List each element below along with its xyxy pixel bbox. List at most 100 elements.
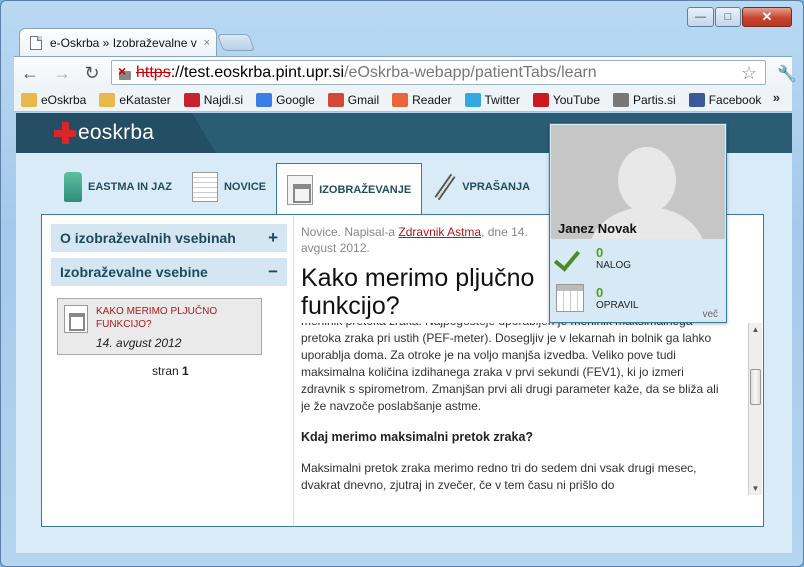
tab-label: VPRAŠANJA [462, 181, 531, 193]
bookmark-label: Facebook [708, 92, 762, 107]
newspaper-icon [191, 172, 218, 202]
close-window-button[interactable]: ✕ [742, 7, 792, 27]
bookmark-label: eKataster [119, 92, 171, 107]
meta-prefix: Novice. Napisal-a [301, 225, 396, 239]
url-path: /eOskrba-webapp/patientTabs/learn [344, 63, 597, 81]
scroll-down-icon[interactable]: ▼ [749, 482, 762, 495]
tab-novice[interactable]: NOVICE [182, 163, 276, 211]
bookmark-eoskrba[interactable]: eOskrba [21, 92, 87, 107]
youtube-icon [532, 92, 549, 107]
article-body[interactable]: merilnik pretoka zraka. Najpogosteje upo… [301, 323, 761, 495]
avatar: Janez Novak [551, 125, 725, 239]
close-icon: ✕ [761, 9, 773, 24]
folder-icon [99, 92, 116, 107]
tab-vprasanja[interactable]: VPRAŠANJA [422, 163, 540, 211]
minimize-button[interactable]: — [687, 7, 714, 27]
bookmark-label: Najdi.si [203, 92, 244, 107]
bookmark-label: Twitter [484, 92, 520, 107]
bookmark-label: eOskrba [41, 92, 87, 107]
user-name: Janez Novak [558, 221, 637, 236]
bookmark-label: Partis.si [633, 92, 676, 107]
najdi-icon [183, 92, 200, 107]
lesson-title[interactable]: KAKO MERIMO PLJUČNO FUNKCIJO? [96, 305, 255, 331]
bookmark-gmail[interactable]: Gmail [327, 92, 380, 107]
bookmark-twitter[interactable]: Twitter [464, 92, 520, 107]
sidebar: O izobraževalnih vsebinah + Izobraževaln… [42, 215, 294, 526]
accordion-contents[interactable]: Izobraževalne vsebine − [51, 258, 287, 286]
checkmark-icon [556, 244, 584, 272]
bookmark-label: Google [276, 92, 315, 107]
pager-label: stran [152, 364, 179, 378]
bookmark-reader[interactable]: Reader [392, 92, 452, 107]
accordion-label: O izobraževalnih vsebinah [60, 230, 236, 246]
gmail-icon [327, 92, 344, 107]
wrench-menu-icon[interactable]: 🔧 [777, 64, 797, 84]
tab-eastma-in-jaz[interactable]: EASTMA IN JAZ [54, 163, 182, 211]
pen-icon [434, 173, 456, 201]
done-stat[interactable]: 0 OPRAVIL [556, 284, 639, 312]
scroll-up-icon[interactable]: ▲ [749, 323, 762, 336]
new-tab-button[interactable] [216, 34, 256, 51]
avatar-head [618, 147, 676, 213]
bookmark-partis-si[interactable]: Partis.si [613, 92, 676, 107]
tab-label: IZOBRAŽEVANJE [319, 183, 412, 196]
site-logo[interactable]: eoskrba [54, 120, 154, 146]
forward-button[interactable]: → [52, 63, 72, 83]
red-cross-icon [54, 122, 76, 144]
user-popup: Janez Novak 0 NALOG 0 OPRAVIL več [549, 123, 727, 323]
done-label: OPRAVIL [596, 299, 639, 311]
pager: stran 1 [152, 364, 189, 378]
tasks-label: NALOG [596, 259, 632, 271]
bookmarks-bar: eOskrba eKataster Najdi.si Google Gmail Reade… [14, 88, 792, 112]
bookmark-ekataster[interactable]: eKataster [99, 92, 171, 107]
bookmark-label: Gmail [347, 92, 380, 107]
lesson-item[interactable]: KAKO MERIMO PLJUČNO FUNKCIJO? 14. avgust… [57, 298, 262, 355]
facebook-icon [688, 92, 705, 107]
lesson-date: 14. avgust 2012 [96, 336, 182, 350]
expand-icon: + [268, 228, 278, 247]
bookmark-google[interactable]: Google [256, 92, 315, 107]
maximize-button[interactable]: □ [715, 7, 741, 27]
tasks-stat[interactable]: 0 NALOG [556, 244, 631, 272]
partis-icon [613, 92, 629, 107]
tab-close-icon[interactable]: × [204, 37, 210, 49]
address-bar[interactable]: × https://test.eoskrba.pint.upr.si/eOskr… [111, 60, 766, 85]
collapse-icon: − [268, 262, 278, 281]
bookmark-label: Reader [412, 92, 452, 107]
article-meta: Novice. Napisal-a Zdravnik Astma, dne 14… [301, 224, 561, 256]
calendar-icon [556, 284, 584, 312]
scroll-thumb[interactable] [750, 369, 761, 405]
bookmark-facebook[interactable]: Facebook [688, 92, 762, 107]
article-paragraph: merilnik pretoka zraka. Najpogosteje upo… [301, 323, 719, 413]
reload-button[interactable]: ↻ [82, 63, 102, 83]
back-button[interactable]: ← [20, 63, 40, 83]
article-scrollbar[interactable]: ▲ ▼ [748, 323, 762, 495]
tab-izobrazevanje[interactable]: IZOBRAŽEVANJE [276, 163, 423, 215]
back-arrow-icon: ← [21, 63, 39, 83]
bookmark-star-icon[interactable]: ☆ [741, 63, 757, 84]
logo-text: eoskrba [78, 121, 155, 144]
more-bookmarks-icon[interactable]: » [773, 90, 780, 105]
browser-tab[interactable]: e-Oskrba » Izobraževalne v × [19, 28, 217, 56]
tab-label: EASTMA IN JAZ [88, 181, 172, 193]
tab-title: e-Oskrba » Izobraževalne v [50, 35, 197, 50]
main-navigation: EASTMA IN JAZ NOVICE IZOBRAŽEVANJE VPRAŠ… [54, 163, 540, 215]
broken-lock-icon: × [118, 64, 132, 80]
minimize-icon: — [695, 11, 706, 23]
accordion-label: Izobraževalne vsebine [60, 264, 208, 280]
done-count: 0 [596, 284, 604, 300]
page-number[interactable]: 1 [182, 364, 189, 378]
reload-icon: ↻ [84, 63, 100, 83]
document-icon [64, 305, 88, 333]
article-title: Kako merimo pljučno funkcijo? [301, 264, 535, 320]
bookmark-najdi-si[interactable]: Najdi.si [183, 92, 244, 107]
accordion-about[interactable]: O izobraževalnih vsebinah + [51, 224, 287, 252]
bookmark-youtube[interactable]: YouTube [532, 92, 600, 107]
folder-icon [21, 92, 37, 107]
article-subheading: Kdaj merimo maksimalni pretok zraka? [301, 430, 534, 444]
document-icon [287, 174, 314, 205]
reader-icon [392, 92, 409, 107]
author-link[interactable]: Zdravnik Astma [398, 225, 481, 239]
more-link[interactable]: več [702, 309, 718, 320]
maximize-icon: □ [724, 11, 732, 23]
